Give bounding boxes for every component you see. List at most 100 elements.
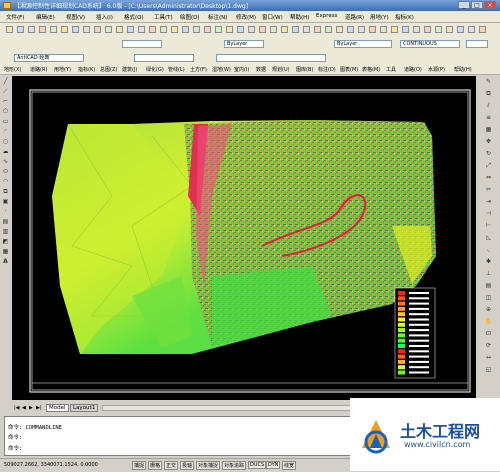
tool-palette-tool-icon[interactable] <box>457 26 464 33</box>
tab-scroll-last[interactable]: ▶| <box>36 405 42 411</box>
menu-format[interactable]: 格式(O) <box>124 13 144 21</box>
menu2-indoor[interactable]: 室内(I) <box>234 66 249 73</box>
design-center-tool-icon[interactable] <box>446 26 453 33</box>
calc-tool-icon[interactable] <box>237 26 244 33</box>
menu-draw[interactable]: 绘图(D) <box>180 13 200 21</box>
hatch-icon[interactable]: ▤ <box>1 218 10 226</box>
osnap-toggle[interactable]: 对象捕捉 <box>196 461 221 470</box>
trim-icon[interactable]: ✂ <box>484 186 493 194</box>
paste-tool-icon[interactable] <box>94 26 101 33</box>
chamfer-icon[interactable]: ◺ <box>484 234 493 242</box>
ortho-toggle[interactable]: 正交 <box>164 461 179 470</box>
drawing-canvas[interactable] <box>12 76 476 400</box>
revision-cloud-icon[interactable]: ☁ <box>1 148 10 156</box>
dyn-toggle[interactable]: DYN <box>266 461 281 469</box>
match-tool-icon[interactable] <box>105 26 112 33</box>
menu2-index[interactable]: 指标(K) <box>78 66 95 73</box>
open-tool-icon[interactable] <box>270 26 277 33</box>
color-swatch-combo[interactable] <box>466 40 488 48</box>
zoom-realtime-tool-icon[interactable] <box>402 26 409 33</box>
grid-toggle[interactable]: 栅格 <box>148 461 163 470</box>
circle-icon[interactable]: ○ <box>1 138 10 146</box>
zoom-window-tool-icon[interactable] <box>160 26 167 33</box>
menu2-water[interactable]: 水源(P) <box>428 66 445 73</box>
menu-view[interactable]: 视图(V) <box>66 13 85 21</box>
menu-road[interactable]: 道路(R) <box>345 13 364 21</box>
tool-palette-tool-icon[interactable] <box>204 26 211 33</box>
tab-scroll-next[interactable]: ▶ <box>29 405 33 411</box>
break-icon[interactable]: ⊣ <box>484 210 493 218</box>
cut-tool-icon[interactable] <box>72 26 79 33</box>
menu2-annotate[interactable]: 标注(D) <box>318 66 336 73</box>
menu2-road[interactable]: 道路(R) <box>30 66 47 73</box>
properties-icon[interactable]: ▤ <box>484 282 493 290</box>
polar-toggle[interactable]: 极轴 <box>180 461 195 470</box>
rotate-icon[interactable]: ↻ <box>484 150 493 158</box>
paste-tool-icon[interactable] <box>347 26 354 33</box>
table-icon[interactable]: ▦ <box>1 248 10 256</box>
maximize-button[interactable]: □ <box>471 1 483 9</box>
menu-dimension[interactable]: 标注(N) <box>208 13 227 21</box>
match-tool-icon[interactable] <box>358 26 365 33</box>
copy-tool-icon[interactable] <box>336 26 343 33</box>
construction-line-icon[interactable]: ⟋ <box>1 88 10 96</box>
distance-icon[interactable]: ↔ <box>484 354 493 362</box>
open-tool-icon[interactable] <box>17 26 24 33</box>
menu2-tools[interactable]: 工具 <box>386 66 396 73</box>
properties-tool-icon[interactable] <box>182 26 189 33</box>
tab-scroll-first[interactable]: |◀ <box>14 405 20 411</box>
sheet-set-tool-icon[interactable] <box>215 26 222 33</box>
workspace-combo[interactable] <box>134 54 194 62</box>
menu-window[interactable]: 窗口(W) <box>262 13 283 21</box>
layer-icon[interactable]: ◫ <box>484 294 493 302</box>
preview-tool-icon[interactable] <box>303 26 310 33</box>
menu-modify[interactable]: 修改(M) <box>236 13 256 21</box>
insert-block-icon[interactable]: ⧉ <box>1 188 10 196</box>
zoom-previous-tool-icon[interactable] <box>171 26 178 33</box>
zoom-extents-icon[interactable]: ⊡ <box>484 330 493 338</box>
redo-tool-icon[interactable] <box>127 26 134 33</box>
save-tool-icon[interactable] <box>281 26 288 33</box>
pan-tool-icon[interactable] <box>138 26 145 33</box>
design-center-tool-icon[interactable] <box>193 26 200 33</box>
markup-tool-icon[interactable] <box>479 26 486 33</box>
menu2-earthwork[interactable]: 土方(F) <box>190 66 207 73</box>
rectangle-icon[interactable]: ▭ <box>1 118 10 126</box>
menu2-chart[interactable]: 图表(M) <box>340 66 358 73</box>
menu-edit[interactable]: 编辑(E) <box>36 13 55 21</box>
tab-scroll-prev[interactable]: ◀ <box>22 405 26 411</box>
undo-tool-icon[interactable] <box>116 26 123 33</box>
menu2-table[interactable]: 表格(M) <box>362 66 380 73</box>
print-tool-icon[interactable] <box>292 26 299 33</box>
zoom-realtime-tool-icon[interactable] <box>149 26 156 33</box>
tab-model[interactable]: Model <box>46 404 69 412</box>
redo-tool-icon[interactable] <box>380 26 387 33</box>
point-icon[interactable]: · <box>1 208 10 216</box>
command-prompt[interactable]: 命令: <box>8 444 22 452</box>
lineweight-toggle[interactable]: 线宽 <box>282 461 297 470</box>
menu-express[interactable]: Express <box>316 13 337 19</box>
menu2-terrain[interactable]: 地形(X) <box>4 66 21 73</box>
ellipse-arc-icon[interactable]: ◠ <box>1 178 10 186</box>
make-block-icon[interactable]: ▣ <box>1 198 10 206</box>
menu2-landuse[interactable]: 用地(Y) <box>54 66 71 73</box>
explode-icon[interactable]: ✱ <box>484 258 493 266</box>
save-tool-icon[interactable] <box>28 26 35 33</box>
polygon-icon[interactable]: ⬠ <box>1 108 10 116</box>
mirror-icon[interactable]: ⫽ <box>484 102 493 110</box>
menu2-building[interactable]: 建筑(J) <box>122 66 137 73</box>
close-button[interactable]: × <box>484 1 496 9</box>
region-icon[interactable]: ◩ <box>1 238 10 246</box>
ducs-toggle[interactable]: DUCS <box>248 461 267 469</box>
help-tool-icon[interactable] <box>248 26 255 33</box>
menu2-road2[interactable]: 道路(O) <box>404 66 422 73</box>
scale-icon[interactable]: ⤢ <box>484 162 493 170</box>
move-icon[interactable]: ✥ <box>484 138 493 146</box>
copy-icon[interactable]: ⧉ <box>484 90 493 98</box>
tab-layout1[interactable]: Layout1 <box>70 404 99 412</box>
offset-icon[interactable]: ≡ <box>484 114 493 122</box>
line-icon[interactable]: ╱ <box>1 78 10 86</box>
minimize-button[interactable]: _ <box>458 1 470 9</box>
layer-manager-combo[interactable] <box>216 54 326 62</box>
menu2-pipeline[interactable]: 管线(L) <box>168 66 185 73</box>
